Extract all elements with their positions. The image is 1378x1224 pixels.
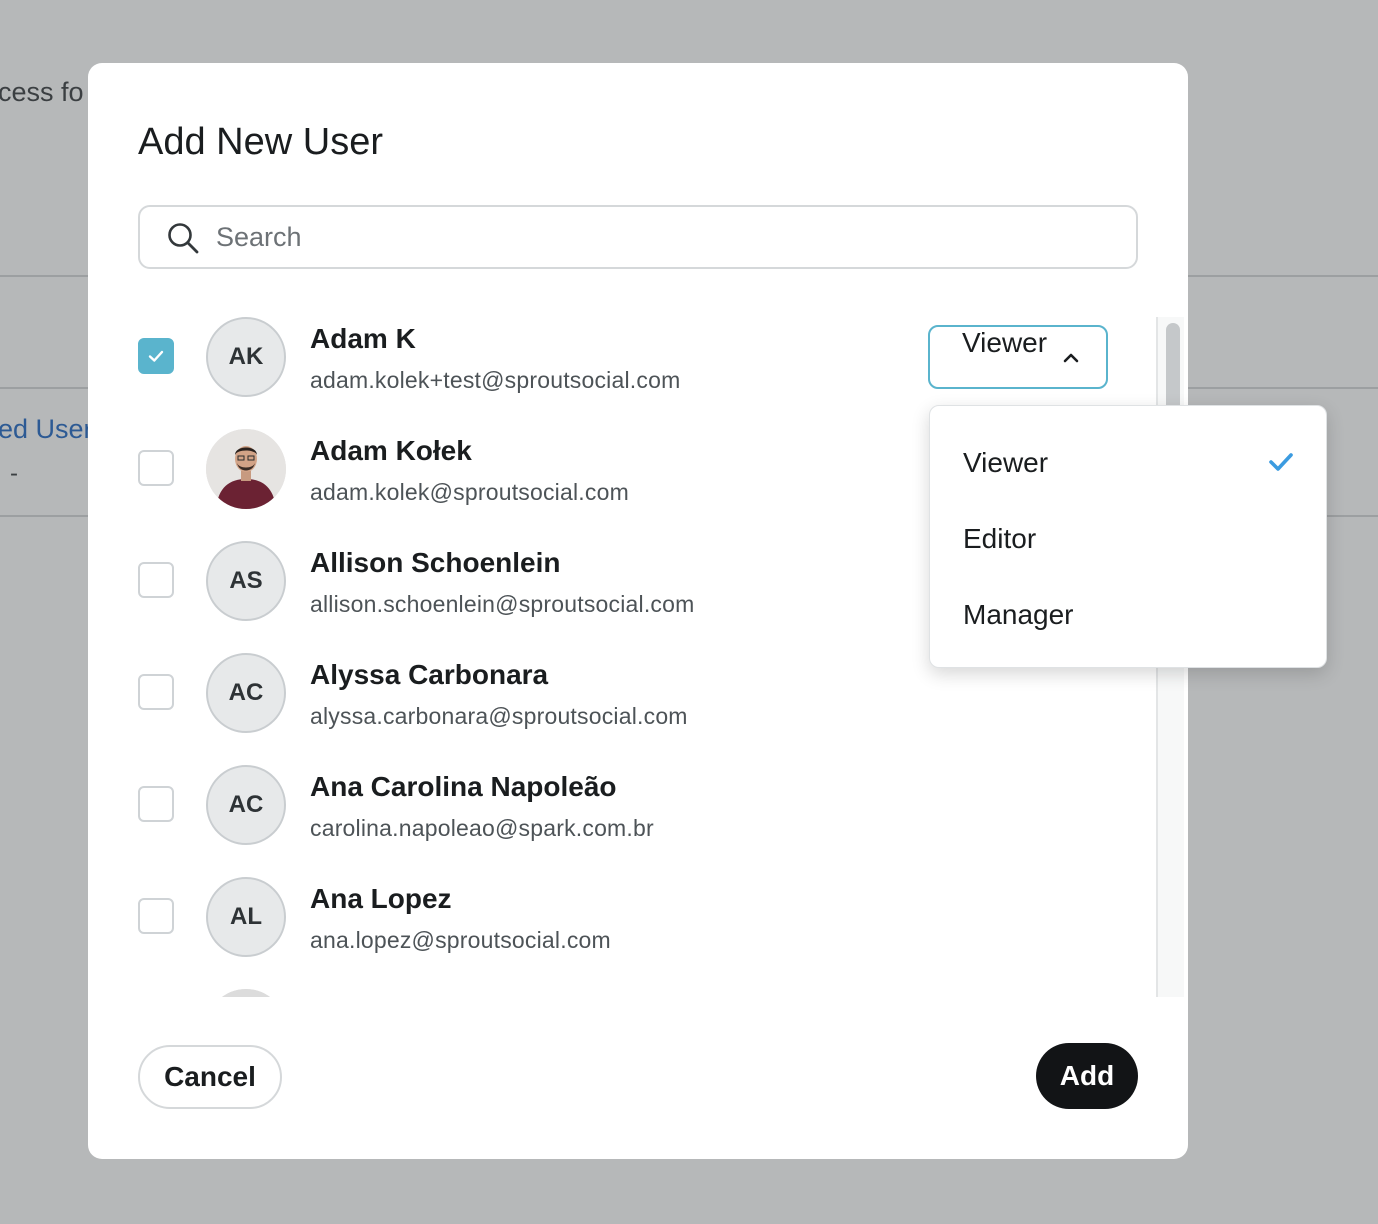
user-name: Ana Lopez bbox=[310, 883, 452, 914]
background-text: cess fo bbox=[0, 77, 84, 107]
avatar: AC bbox=[206, 653, 286, 733]
user-name: Allison Schoenlein bbox=[310, 547, 561, 578]
user-row[interactable]: AC Alyssa Carbonara alyssa.carbonara@spr… bbox=[88, 653, 1156, 765]
user-checkbox[interactable] bbox=[138, 562, 174, 598]
checkmark-icon bbox=[148, 350, 164, 362]
user-photo-icon bbox=[206, 989, 286, 997]
user-row[interactable]: AL Ana Lopez ana.lopez@sproutsocial.com bbox=[88, 877, 1156, 989]
user-email: adam.kolek+test@sproutsocial.com bbox=[310, 367, 681, 393]
user-email: alyssa.carbonara@sproutsocial.com bbox=[310, 703, 688, 729]
user-email: ana.lopez@sproutsocial.com bbox=[310, 927, 611, 953]
cancel-button[interactable]: Cancel bbox=[138, 1045, 282, 1109]
user-name: Adam Kołek bbox=[310, 435, 472, 466]
user-name: Ana Carolina Napoleão bbox=[310, 771, 617, 802]
user-checkbox[interactable] bbox=[138, 450, 174, 486]
user-email: carolina.napoleao@spark.com.br bbox=[310, 815, 654, 841]
role-option-label: Editor bbox=[963, 523, 1037, 554]
user-name: Alyssa Carbonara bbox=[310, 659, 549, 690]
role-option-editor[interactable]: Editor bbox=[930, 503, 1328, 573]
role-dropdown-menu: Viewer Editor Manager bbox=[929, 405, 1327, 668]
search-icon bbox=[168, 223, 199, 254]
search-box[interactable] bbox=[138, 205, 1138, 269]
user-email: adam.kolek@sproutsocial.com bbox=[310, 479, 629, 505]
role-option-manager[interactable]: Manager bbox=[930, 579, 1328, 649]
search-input[interactable] bbox=[216, 217, 1096, 257]
user-name: Adam K bbox=[310, 323, 416, 354]
role-select-button[interactable]: Viewer bbox=[928, 325, 1108, 389]
role-option-label: Viewer bbox=[963, 447, 1049, 478]
user-checkbox[interactable] bbox=[138, 338, 174, 374]
avatar-photo bbox=[206, 989, 286, 997]
avatar-photo bbox=[206, 429, 286, 509]
avatar: AK bbox=[206, 317, 286, 397]
role-option-label: Manager bbox=[963, 599, 1074, 630]
user-row[interactable]: AC Ana Carolina Napoleão carolina.napole… bbox=[88, 765, 1156, 877]
user-checkbox[interactable] bbox=[138, 674, 174, 710]
avatar: AS bbox=[206, 541, 286, 621]
avatar: AC bbox=[206, 765, 286, 845]
user-checkbox[interactable] bbox=[138, 786, 174, 822]
check-icon bbox=[1269, 453, 1293, 471]
background-link: ed User bbox=[0, 414, 93, 444]
role-select-value: Viewer bbox=[962, 327, 1048, 358]
chevron-up-icon bbox=[1063, 353, 1079, 363]
add-button[interactable]: Add bbox=[1036, 1043, 1138, 1109]
modal-title: Add New User bbox=[138, 121, 383, 163]
avatar: AL bbox=[206, 877, 286, 957]
role-option-viewer[interactable]: Viewer bbox=[930, 427, 1328, 497]
user-checkbox[interactable] bbox=[138, 898, 174, 934]
user-row[interactable] bbox=[88, 989, 1156, 997]
user-email: allison.schoenlein@sproutsocial.com bbox=[310, 591, 695, 617]
user-photo-icon bbox=[206, 429, 286, 509]
background-text: - bbox=[10, 460, 18, 487]
